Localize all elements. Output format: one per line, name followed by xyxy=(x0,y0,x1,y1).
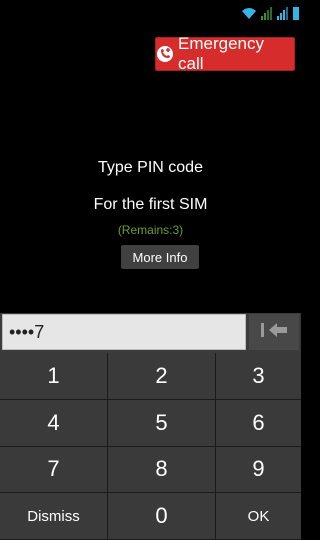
key-6[interactable]: 6 xyxy=(216,399,301,447)
battery-icon xyxy=(293,6,299,20)
key-9[interactable]: 9 xyxy=(216,446,301,494)
signal-icon xyxy=(261,6,273,20)
key-4[interactable]: 4 xyxy=(0,399,108,447)
remaining-attempts: (Remains:3) xyxy=(117,223,184,237)
sim-label: For the first SIM xyxy=(93,196,208,213)
signal-icon xyxy=(277,6,289,20)
pin-entry-row: ••••7 xyxy=(0,313,301,353)
emergency-call-label: Emergency call xyxy=(178,34,264,73)
dismiss-button[interactable]: Dismiss xyxy=(0,493,108,540)
status-bar xyxy=(0,0,301,24)
ok-button[interactable]: OK xyxy=(216,493,301,540)
emergency-call-button[interactable]: Emergency call xyxy=(155,34,295,73)
wifi-icon xyxy=(241,6,257,20)
key-5[interactable]: 5 xyxy=(108,399,216,447)
key-1[interactable]: 1 xyxy=(0,353,108,400)
key-2[interactable]: 2 xyxy=(108,353,216,400)
key-8[interactable]: 8 xyxy=(108,446,216,494)
backspace-button[interactable] xyxy=(249,314,299,350)
pin-keypad: 1 2 3 4 5 6 7 8 9 Dismiss 0 OK xyxy=(0,353,301,540)
emergency-phone-icon xyxy=(156,45,174,63)
pin-input[interactable]: ••••7 xyxy=(2,314,246,350)
pin-prompt-title: Type PIN code xyxy=(98,159,203,176)
key-0[interactable]: 0 xyxy=(108,493,216,540)
backspace-icon xyxy=(259,321,289,344)
key-3[interactable]: 3 xyxy=(216,353,301,400)
key-7[interactable]: 7 xyxy=(0,446,108,494)
more-info-button[interactable]: More Info xyxy=(121,245,199,269)
